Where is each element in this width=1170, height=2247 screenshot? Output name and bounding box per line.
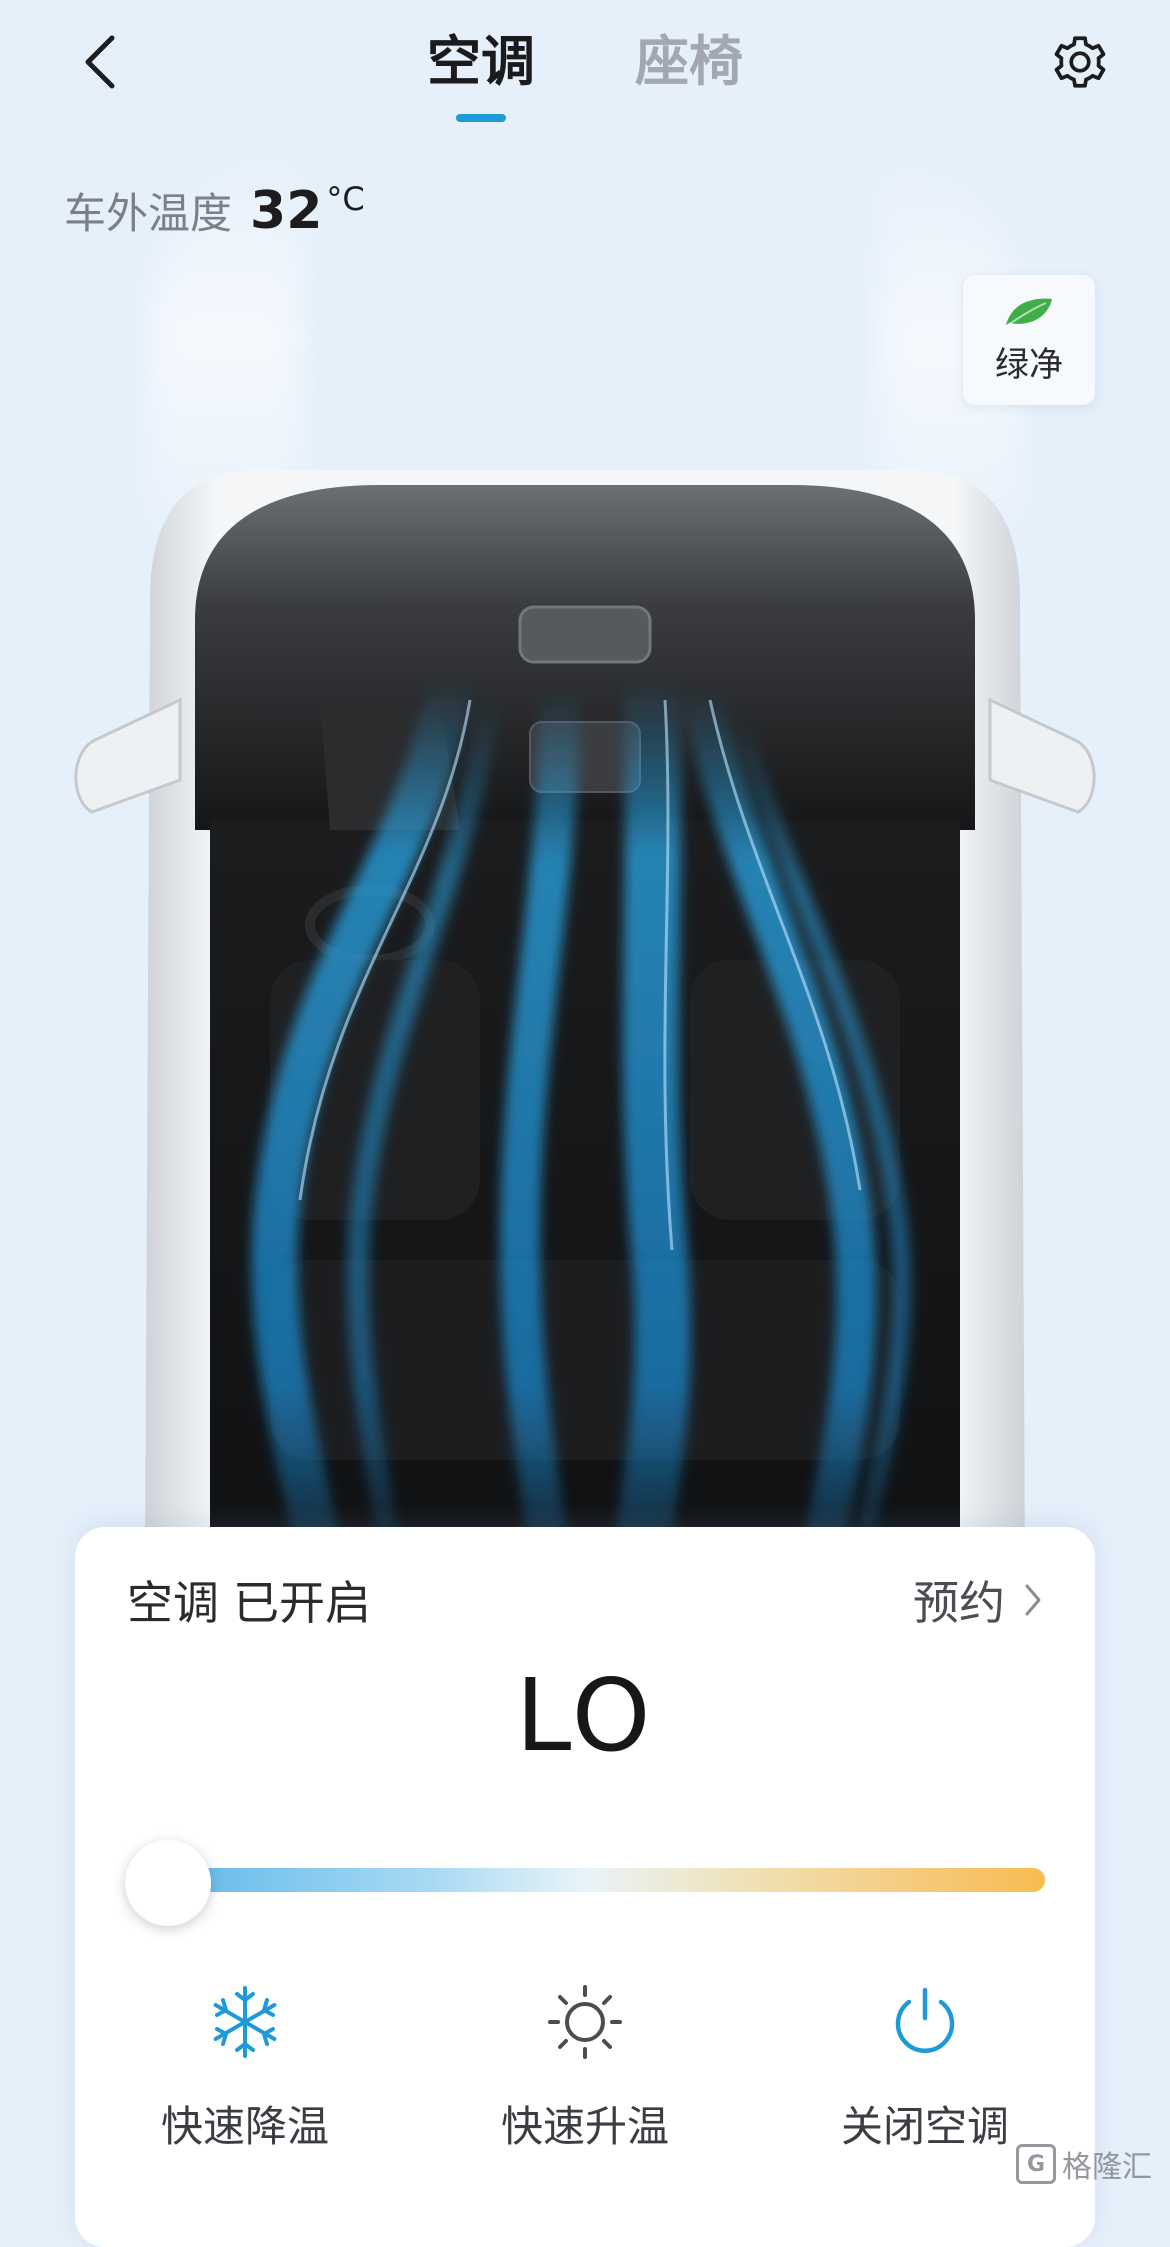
tab-air-conditioning[interactable]: 空调: [427, 22, 535, 102]
leaf-icon: [1006, 298, 1052, 326]
watermark-logo-icon: G: [1016, 2144, 1056, 2184]
snowflake-icon: [213, 1986, 277, 2058]
sun-icon: [548, 1985, 622, 2059]
quick-cool-button[interactable]: 快速降温: [75, 1977, 415, 2154]
green-purify-label: 绿净: [995, 344, 1063, 385]
temperature-slider-track[interactable]: [165, 1868, 1045, 1892]
tab-bar: 空调 座椅: [0, 22, 1170, 102]
top-bar: 空调 座椅: [0, 0, 1170, 140]
temperature-slider[interactable]: [125, 1840, 1045, 1926]
ac-status-value: 已开启: [233, 1576, 371, 1630]
quick-heat-label: 快速升温: [500, 2102, 669, 2151]
ac-status: 空调 已开启: [127, 1567, 371, 1633]
outside-temperature-label: 车外温度: [64, 189, 233, 238]
power-icon: [895, 1987, 955, 2053]
turn-off-ac-button[interactable]: 关闭空调: [755, 1977, 1095, 2154]
set-temperature: LO: [515, 1657, 655, 1774]
quick-cool-label: 快速降温: [160, 2102, 329, 2151]
gear-icon: [1054, 36, 1106, 88]
outside-temperature: 车外温度 32 °C: [64, 180, 365, 241]
quick-actions: 快速降温 快速升温 关闭空调: [75, 1977, 1095, 2154]
quick-heat-button[interactable]: 快速升温: [415, 1977, 755, 2154]
climate-control-panel: 空调 已开启 预约 LO 快速降温 快速升温 关闭空调: [75, 1527, 1095, 2247]
outside-temperature-unit: °C: [326, 180, 365, 218]
schedule-button[interactable]: 预约: [913, 1567, 1043, 1633]
turn-off-ac-label: 关闭空调: [840, 2102, 1009, 2151]
tab-seats[interactable]: 座椅: [635, 22, 743, 102]
ac-status-title: 空调: [127, 1576, 219, 1630]
chevron-right-icon: [1025, 1584, 1041, 1616]
settings-button[interactable]: [1040, 22, 1120, 102]
outside-temperature-value: 32: [250, 181, 323, 241]
schedule-label: 预约: [913, 1576, 1005, 1630]
temperature-slider-thumb[interactable]: [125, 1840, 211, 1926]
watermark: G 格隆汇: [1016, 2142, 1152, 2186]
green-purify-button[interactable]: 绿净: [963, 275, 1095, 405]
watermark-text: 格隆汇: [1062, 2150, 1152, 2185]
